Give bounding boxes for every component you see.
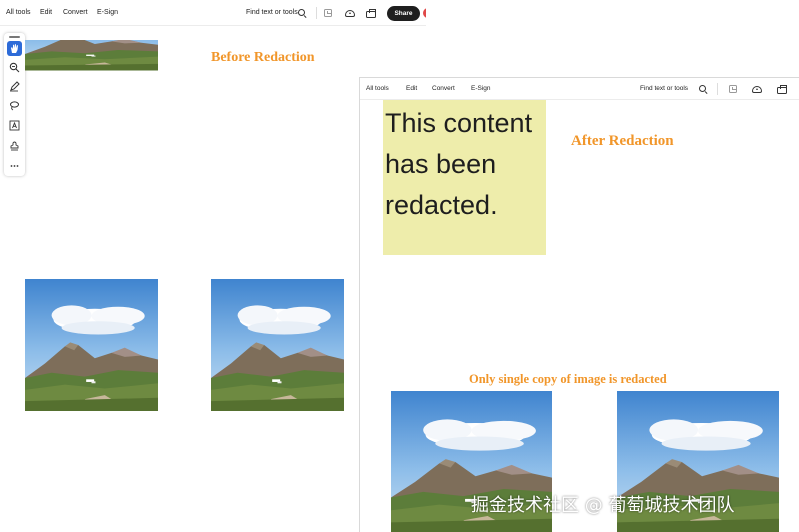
find-tools-input[interactable]: Find text or tools (246, 9, 298, 16)
after-heading: After Redaction (571, 133, 674, 149)
before-heading: Before Redaction (211, 50, 315, 65)
landscape-photo (211, 279, 344, 411)
text-tool-button[interactable] (7, 118, 22, 133)
top-toolbar: All tools Edit Convert E-Sign Find text … (360, 78, 799, 100)
redaction-line: This content (385, 108, 533, 138)
zoom-tool-button[interactable] (7, 60, 22, 75)
search-icon[interactable] (298, 9, 305, 16)
share-button[interactable]: Share (387, 6, 420, 21)
print-icon[interactable] (366, 9, 376, 18)
save-icon[interactable] (729, 85, 737, 93)
top-toolbar: All tools Edit Convert E-Sign Find text … (0, 0, 426, 26)
upload-icon[interactable] (345, 10, 355, 17)
convert-menu[interactable]: Convert (63, 9, 88, 16)
landscape-photo (25, 279, 158, 411)
all-tools-menu[interactable]: All tools (6, 9, 31, 16)
edit-menu[interactable]: Edit (406, 85, 417, 92)
toolbar-divider (717, 83, 718, 95)
quick-tools-panel (4, 33, 25, 176)
convert-menu[interactable]: Convert (432, 85, 455, 92)
user-avatar[interactable] (423, 8, 426, 18)
stamp-tool-button[interactable] (7, 138, 22, 153)
search-icon[interactable] (699, 85, 706, 92)
esign-menu[interactable]: E-Sign (471, 85, 491, 92)
print-icon[interactable] (777, 85, 787, 94)
hand-tool-button[interactable] (7, 41, 22, 56)
edit-menu[interactable]: Edit (40, 9, 52, 16)
draw-tool-button[interactable] (7, 79, 22, 94)
stamp-icon (10, 141, 19, 151)
landscape-photo (25, 40, 158, 106)
redaction-line: redacted. (385, 190, 498, 220)
watermark-text: 掘金技术社区 @ 葡萄城技术团队 (471, 495, 735, 516)
after-document-window: All tools Edit Convert E-Sign Find text … (359, 77, 799, 532)
lasso-icon (10, 101, 19, 111)
lasso-tool-button[interactable] (7, 98, 22, 113)
more-icon (10, 165, 19, 167)
save-icon[interactable] (324, 9, 332, 17)
redaction-line: has been (385, 149, 497, 179)
zoom-icon (9, 62, 20, 73)
upload-icon[interactable] (752, 86, 762, 93)
esign-menu[interactable]: E-Sign (97, 9, 118, 16)
panel-grip[interactable] (9, 36, 20, 38)
pen-icon (10, 81, 20, 92)
landscape-photo-partial (545, 100, 552, 181)
text-box-icon (9, 120, 20, 131)
redaction-note: Only single copy of image is redacted (469, 372, 667, 386)
more-tools-button[interactable] (7, 158, 22, 173)
hand-icon (11, 44, 18, 53)
find-tools-input[interactable]: Find text or tools (640, 85, 688, 92)
redaction-box[interactable]: This content has been redacted. (383, 100, 546, 255)
toolbar-divider (316, 7, 317, 19)
all-tools-menu[interactable]: All tools (366, 85, 389, 92)
redaction-overlay-text: This content has been redacted. (385, 103, 532, 226)
